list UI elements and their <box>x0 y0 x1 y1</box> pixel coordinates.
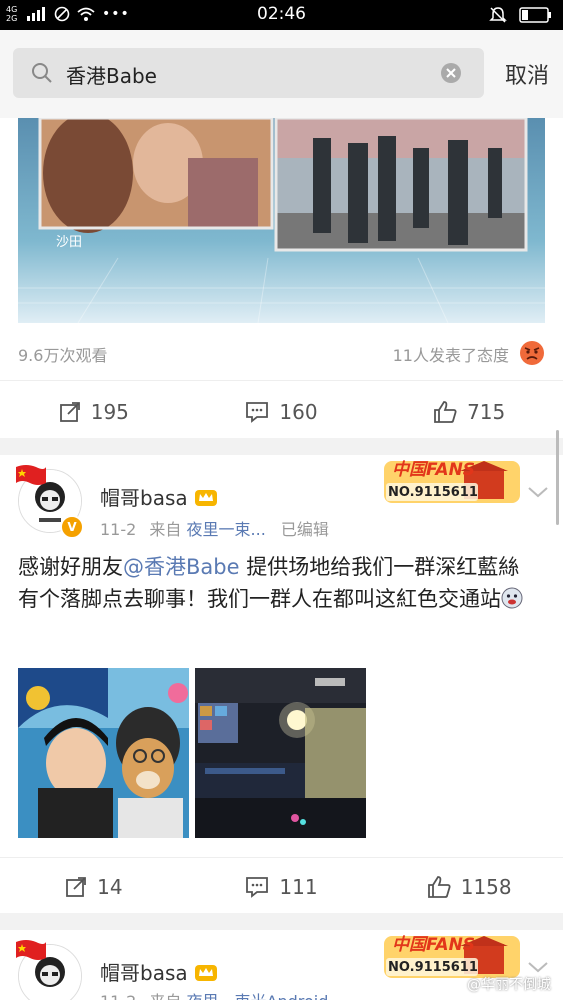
comment-icon <box>246 877 269 898</box>
video-location-caption: 沙田 <box>56 235 83 250</box>
comment-count: 160 <box>279 400 318 424</box>
status-time: 02:46 <box>257 4 306 24</box>
post-text: 感谢好朋友@香港Babe 提供场地给我们一群深红藍絲有个落脚点去聊事！我们一群人… <box>18 551 538 615</box>
post-meta: 11-2 来自 夜里一束... 已编辑 <box>100 516 329 540</box>
selfie-image <box>18 668 189 838</box>
post-source[interactable]: 夜里一束... <box>187 520 266 539</box>
fans-number: NO.9115611 <box>388 960 478 975</box>
edited-label: 已编辑 <box>280 520 329 539</box>
crown-badge-icon <box>195 490 217 506</box>
username-text: 帽哥basa <box>100 961 188 985</box>
clear-icon[interactable] <box>440 62 462 84</box>
from-label: 来自 <box>149 992 181 1000</box>
like-button[interactable]: 715 <box>375 392 563 432</box>
battery-icon <box>519 7 551 23</box>
verified-badge-icon: V <box>60 515 84 539</box>
repost-icon <box>59 402 80 422</box>
username[interactable]: 帽哥basa <box>100 957 218 986</box>
doge-emoji-icon <box>501 587 523 609</box>
post-text-part: 感谢好朋友 <box>18 555 123 579</box>
repost-button[interactable]: 195 <box>0 392 188 432</box>
reaction-summary[interactable]: 11人发表了态度 <box>393 342 509 366</box>
post1-actions: 195 160 715 <box>0 392 563 432</box>
mention-link[interactable]: @香港Babe <box>123 555 240 579</box>
post-date: 11-2 <box>100 520 137 539</box>
like-count: 715 <box>467 400 506 424</box>
view-count: 9.6万次观看 <box>18 346 108 365</box>
video-post-card: 沙田 9.6万次观看 11人发表了态度 195 160 715 <box>0 118 563 438</box>
search-icon <box>32 63 52 83</box>
comment-button[interactable]: 160 <box>188 392 376 432</box>
china-flag-icon <box>16 940 46 960</box>
search-header: 香港Babe 取消 <box>0 30 563 118</box>
post-date: 11-2 <box>100 992 136 1000</box>
post-image-2[interactable] <box>195 668 366 838</box>
username[interactable]: 帽哥basa <box>100 482 218 511</box>
cancel-button[interactable]: 取消 <box>505 58 549 90</box>
repost-button[interactable]: 14 <box>0 867 188 907</box>
video-frame-image <box>18 118 545 323</box>
video-meta-row: 9.6万次观看 11人发表了态度 <box>18 341 545 366</box>
comment-button[interactable]: 111 <box>188 867 376 907</box>
repost-icon <box>66 877 87 897</box>
chevron-down-icon[interactable] <box>527 960 549 974</box>
comment-count: 111 <box>279 875 318 899</box>
watermark: @华丽不倒城 <box>467 977 551 993</box>
post-meta: 11-2 来自 夜里一束光Android <box>100 988 328 1000</box>
video-thumbnail[interactable]: 沙田 <box>18 118 545 323</box>
username-text: 帽哥basa <box>100 486 188 510</box>
divider <box>0 857 563 858</box>
search-input[interactable]: 香港Babe <box>13 48 484 98</box>
post-image-1[interactable] <box>18 668 189 838</box>
from-label: 来自 <box>149 520 182 539</box>
mute-bell-icon <box>489 7 507 23</box>
status-bar: 4G 2G ••• 02:46 <box>0 0 563 30</box>
post-source[interactable]: 夜里一束光Android <box>187 992 329 1000</box>
post2-actions: 14 111 1158 <box>0 867 563 907</box>
fans-title: 中国FANS <box>392 460 476 480</box>
thumbs-up-icon <box>427 876 451 898</box>
fans-number: NO.9115611 <box>388 485 478 500</box>
repost-count: 14 <box>97 875 123 899</box>
angry-emoji-icon <box>520 341 544 365</box>
divider <box>0 380 563 381</box>
scrollbar[interactable] <box>556 430 559 525</box>
china-flag-icon <box>16 465 46 485</box>
post-card: V 帽哥basa 11-2 来自 夜里一束... 已编辑 中国FANS NO.9… <box>0 455 563 913</box>
status-right <box>489 6 553 24</box>
fans-title: 中国FANS <box>392 935 476 955</box>
repost-count: 195 <box>90 400 129 424</box>
chevron-down-icon[interactable] <box>527 485 549 499</box>
comment-icon <box>246 402 269 423</box>
crown-badge-icon <box>195 965 217 981</box>
search-query: 香港Babe <box>66 64 157 88</box>
room-image <box>195 668 366 838</box>
thumbs-up-icon <box>434 401 457 423</box>
like-button[interactable]: 1158 <box>375 867 563 907</box>
like-count: 1158 <box>460 875 512 899</box>
